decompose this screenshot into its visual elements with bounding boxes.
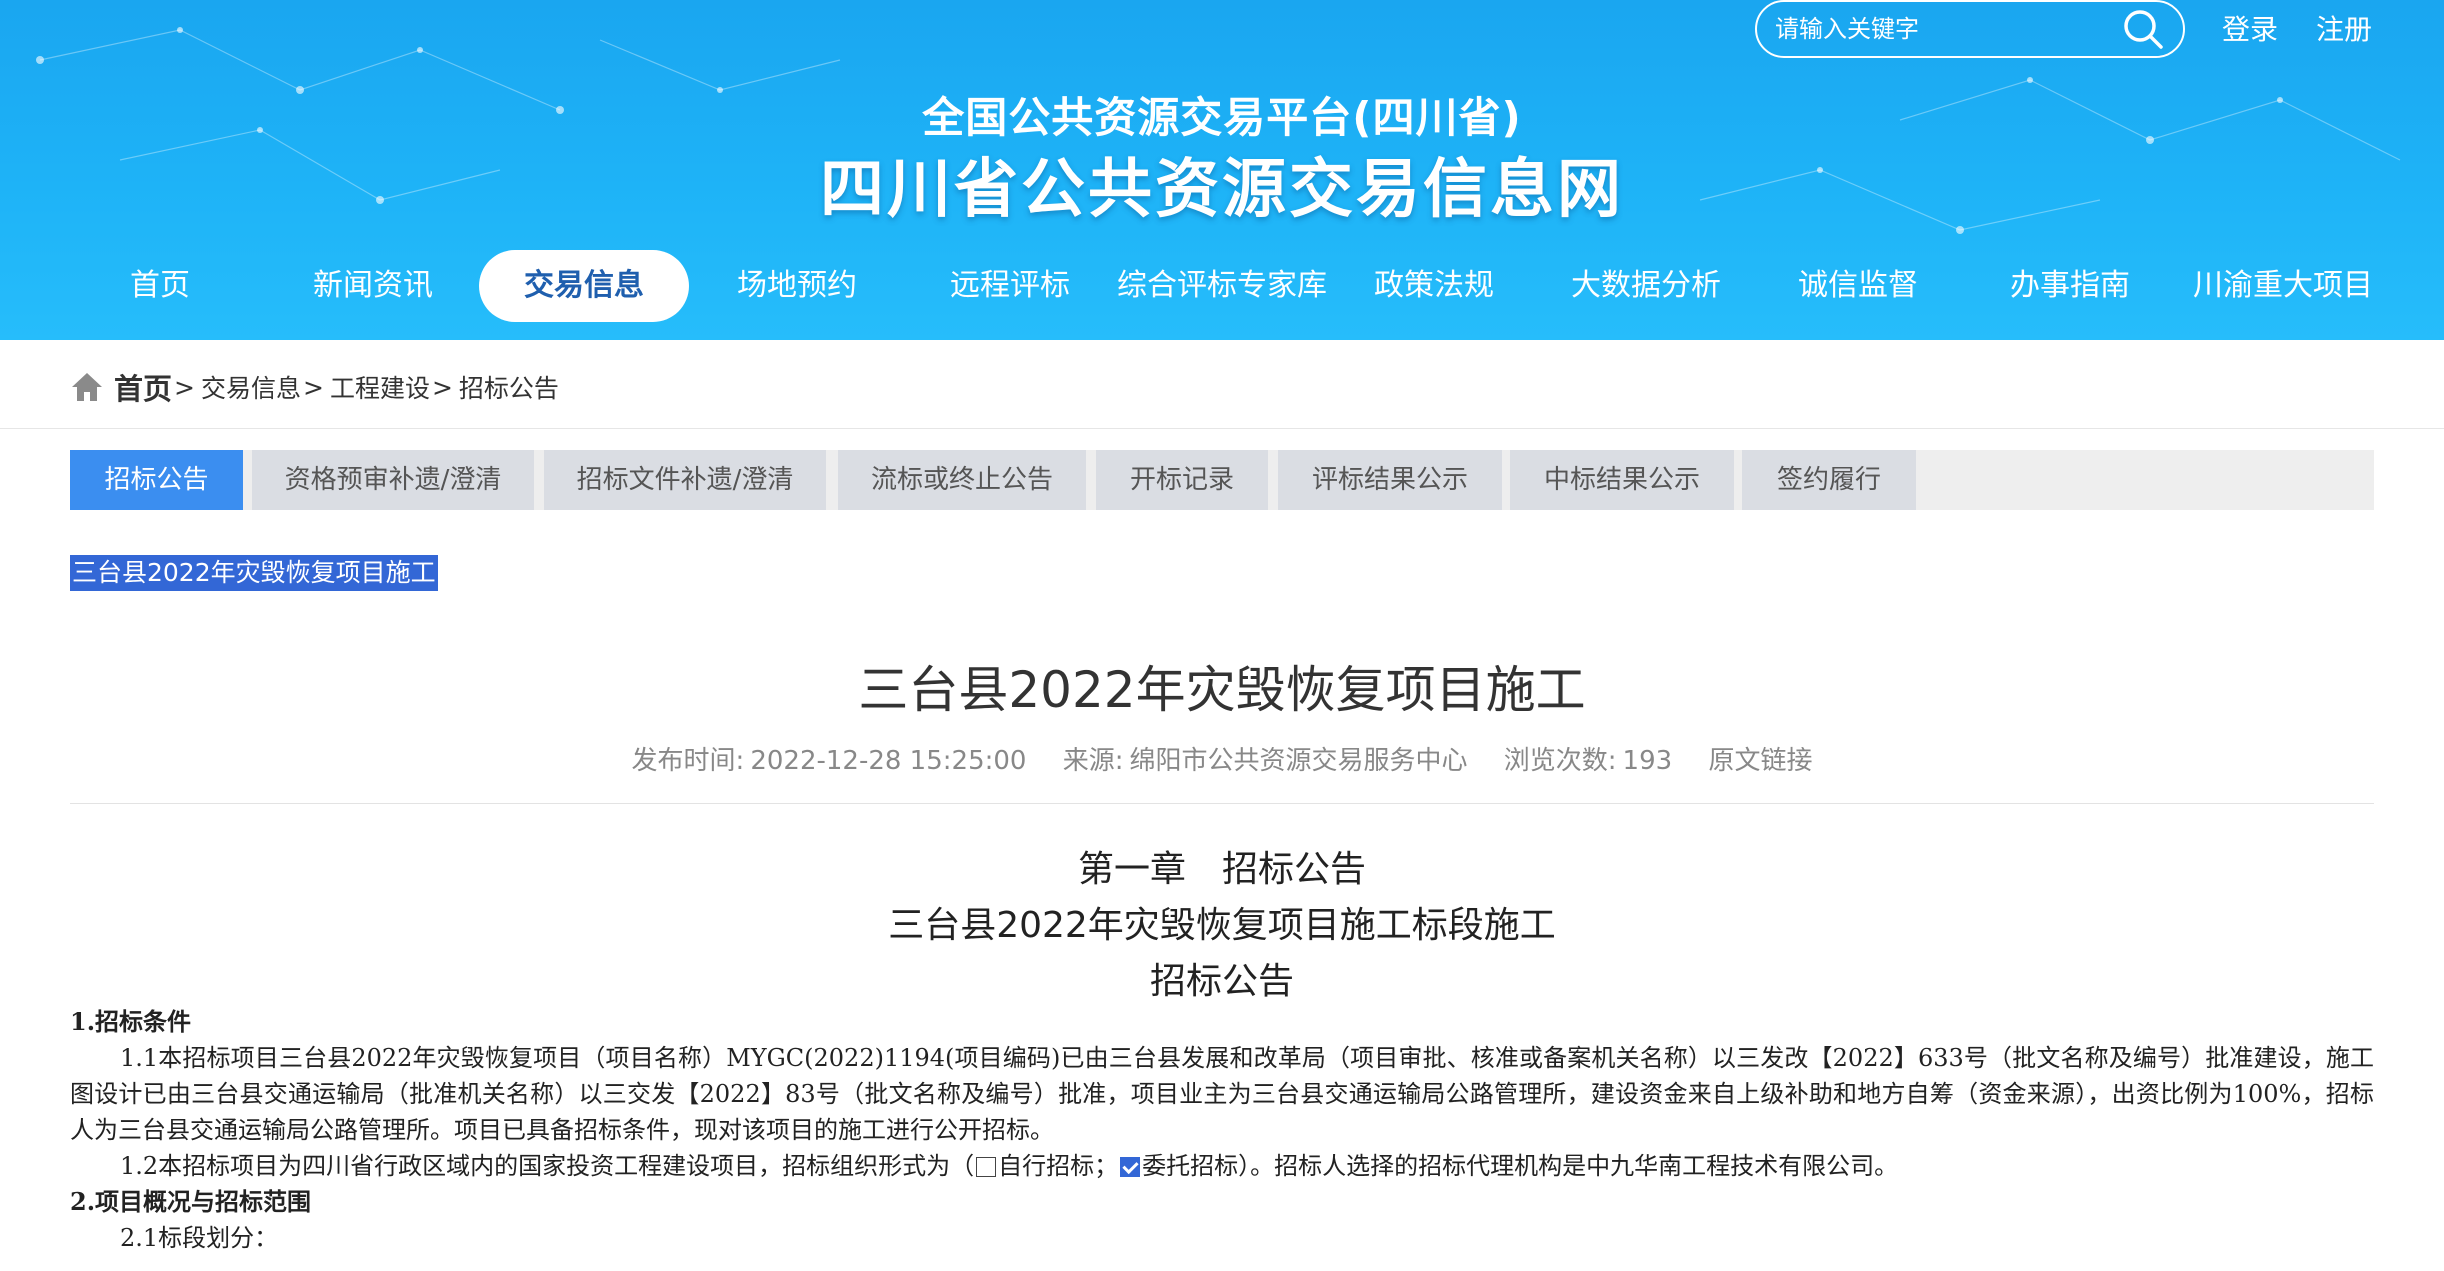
selected-project-title[interactable]: 三台县2022年灾毁恢复项目施工 — [70, 555, 438, 591]
login-link[interactable]: 登录 — [2222, 8, 2278, 48]
nav-credit-supervision[interactable]: 诚信监督 — [1798, 250, 1918, 322]
paragraph-text: 自行招标； — [998, 1152, 1119, 1180]
paragraph-1-1: 1.1本招标项目三台县2022年灾毁恢复项目（项目名称）MYGC(2022)11… — [70, 1044, 2374, 1144]
paragraph-text: 委托招标）。招标人选择的招标代理机构是中九华南工程技术有限公司。 — [1142, 1152, 1899, 1180]
tab-evaluation-result[interactable]: 评标结果公示 — [1278, 450, 1502, 510]
breadcrumb-separator: > — [431, 372, 453, 402]
paragraph-text: 1.2本招标项目为四川省行政区域内的国家投资工程建设项目，招标组织形式为（ — [120, 1152, 975, 1180]
self-tender-checkbox — [976, 1157, 997, 1177]
breadcrumb-separator: > — [302, 372, 324, 402]
site-header: 登录 注册 全国公共资源交易平台(四川省) 四川省公共资源交易信息网 首页 新闻… — [0, 0, 2444, 340]
article-meta: 发布时间: 2022-12-28 15:25:00 来源: 绵阳市公共资源交易服务中… — [0, 740, 2444, 777]
divider — [0, 428, 2444, 429]
original-link[interactable]: 原文链接 — [1708, 746, 1812, 776]
tab-failed-termination[interactable]: 流标或终止公告 — [838, 450, 1086, 510]
nav-policies[interactable]: 政策法规 — [1374, 250, 1494, 322]
search-box — [1755, 0, 2185, 58]
tab-prequal-clarification[interactable]: 资格预审补遗/澄清 — [252, 450, 534, 510]
nav-trade-info[interactable]: 交易信息 — [479, 250, 689, 322]
article-title: 三台县2022年灾毁恢复项目施工 — [858, 661, 1586, 719]
tab-opening-record[interactable]: 开标记录 — [1096, 450, 1268, 510]
breadcrumb-separator: > — [174, 372, 195, 402]
nav-service-guide[interactable]: 办事指南 — [2010, 250, 2130, 322]
breadcrumb-home[interactable]: 首页 — [114, 366, 172, 408]
platform-subtitle: 全国公共资源交易平台(四川省) — [922, 93, 1522, 142]
search-icon[interactable] — [2121, 7, 2165, 51]
breadcrumb: 首页 > 交易信息 > 工程建设 > 招标公告 — [70, 362, 559, 412]
tab-tender-notice[interactable]: 招标公告 — [70, 450, 243, 510]
notice-heading: 招标公告 — [1149, 961, 1294, 1002]
entrusted-tender-checkbox — [1120, 1157, 1141, 1177]
main-nav: 首页 新闻资讯 交易信息 场地预约 远程评标 综合评标专家库 政策法规 大数据分… — [0, 250, 2444, 326]
tab-winning-result[interactable]: 中标结果公示 — [1510, 450, 1734, 510]
view-count: 浏览次数: 193 — [1503, 746, 1673, 776]
article-body: 1.招标条件 1.1本招标项目三台县2022年灾毁恢复项目（项目名称）MYGC(… — [70, 1004, 2374, 1256]
site-title: 四川省公共资源交易信息网 — [820, 153, 1624, 227]
paragraph-1-2: 1.2本招标项目为四川省行政区域内的国家投资工程建设项目，招标组织形式为（ 自行招… — [70, 1148, 2374, 1184]
nav-news[interactable]: 新闻资讯 — [313, 250, 433, 322]
publish-time: 发布时间: 2022-12-28 15:25:00 — [631, 746, 1027, 776]
register-link[interactable]: 注册 — [2316, 8, 2372, 48]
search-input[interactable] — [1757, 3, 2121, 55]
category-tabs: 招标公告 资格预审补遗/澄清 招标文件补遗/澄清 流标或终止公告 开标记录 评标… — [70, 450, 2374, 510]
section-heading: 1.招标条件 — [70, 1007, 192, 1036]
divider — [70, 803, 2374, 804]
nav-expert-library[interactable]: 综合评标专家库 — [1117, 250, 1327, 322]
nav-venue-booking[interactable]: 场地预约 — [737, 250, 857, 322]
chapter-heading: 第一章 招标公告 — [1077, 849, 1366, 890]
project-line: 三台县2022年灾毁恢复项目施工标段施工 — [888, 905, 1556, 946]
nav-chuanyu-projects[interactable]: 川渝重大项目 — [2193, 250, 2373, 322]
breadcrumb-trade-info[interactable]: 交易信息 — [201, 369, 301, 405]
nav-home[interactable]: 首页 — [130, 250, 190, 322]
source: 来源: 绵阳市公共资源交易服务中心 — [1062, 746, 1468, 776]
section-heading: 2.项目概况与招标范围 — [70, 1187, 312, 1216]
paragraph-2-1: 2.1标段划分： — [120, 1224, 279, 1252]
home-icon — [72, 373, 102, 401]
breadcrumb-tender-notice[interactable]: 招标公告 — [459, 369, 559, 405]
nav-remote-bid-eval[interactable]: 远程评标 — [950, 250, 1070, 322]
nav-big-data[interactable]: 大数据分析 — [1571, 250, 1721, 322]
tab-contract-performance[interactable]: 签约履行 — [1742, 450, 1916, 510]
tab-tender-doc-clarification[interactable]: 招标文件补遗/澄清 — [544, 450, 826, 510]
breadcrumb-engineering[interactable]: 工程建设 — [330, 369, 430, 405]
